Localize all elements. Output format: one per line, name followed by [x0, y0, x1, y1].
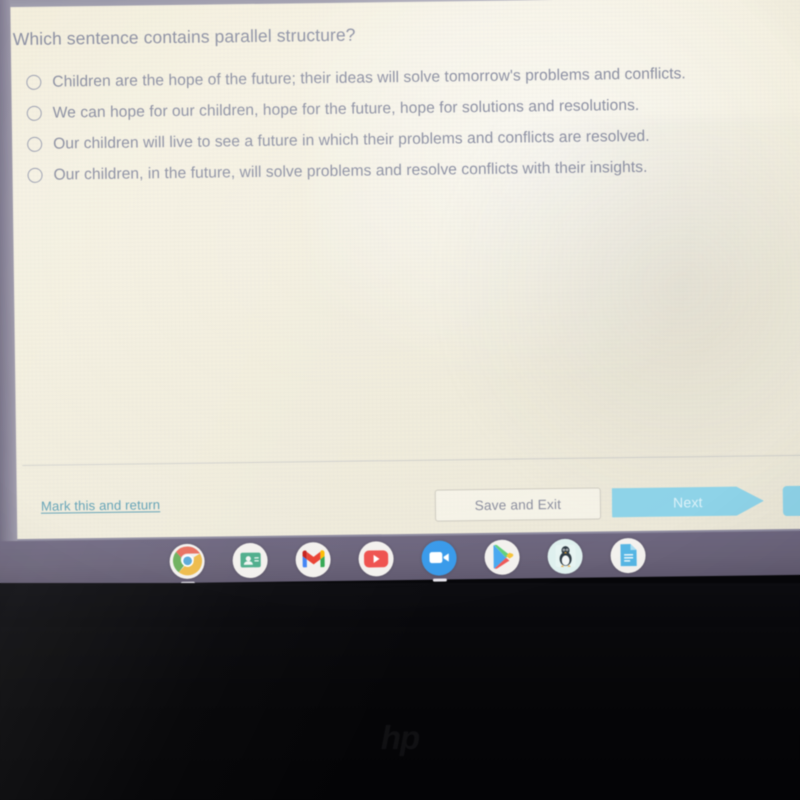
laptop-body: hp [0, 627, 800, 800]
shelf-icon-row [0, 531, 800, 586]
save-and-exit-button[interactable]: Save and Exit [434, 487, 602, 522]
shelf-item-google-docs[interactable] [610, 537, 646, 573]
chrome-icon [169, 543, 205, 579]
shelf-item-play-store[interactable] [484, 539, 520, 575]
offscreen-button-edge[interactable] [782, 485, 800, 517]
youtube-icon-glyph [364, 549, 389, 567]
radio-button-c[interactable] [27, 136, 43, 152]
radio-button-b[interactable] [26, 105, 42, 121]
answer-option-a-label: Children are the hope of the future; the… [52, 64, 686, 91]
gmail-icon-glyph [302, 550, 325, 568]
answer-option-d-label: Our children, in the future, will solve … [53, 158, 648, 184]
play-store-icon-glyph [492, 544, 513, 569]
next-button[interactable]: Next [612, 484, 764, 519]
contacts-icon [232, 542, 268, 578]
answer-options-list: Children are the hope of the future; the… [21, 57, 800, 191]
shelf-item-youtube[interactable] [358, 540, 394, 577]
youtube-icon [358, 540, 394, 577]
google-docs-icon [610, 537, 646, 573]
shelf-item-contacts[interactable] [232, 542, 268, 578]
shelf-item-zoom[interactable] [421, 539, 457, 582]
screenshot-stage: Which sentence contains parallel structu… [0, 0, 800, 800]
gmail-icon [295, 541, 331, 577]
radio-button-d[interactable] [27, 167, 43, 183]
zoom-icon [421, 539, 457, 576]
radio-button-a[interactable] [26, 74, 42, 90]
linux-penguin-icon [547, 538, 583, 574]
shelf-item-terminal[interactable] [547, 538, 583, 574]
mark-this-and-return-link[interactable]: Mark this and return [41, 497, 160, 514]
shelf-item-gmail[interactable] [295, 541, 331, 577]
question-title: Which sentence contains parallel structu… [12, 24, 356, 50]
hp-brand-logo: hp [380, 719, 420, 756]
play-store-icon [484, 539, 520, 575]
footer-divider [22, 454, 800, 467]
contacts-icon-glyph [239, 552, 261, 568]
laptop-screen: Which sentence contains parallel structu… [0, 0, 800, 586]
linux-penguin-icon-glyph [554, 544, 576, 568]
chromeos-shelf [0, 530, 800, 586]
zoom-icon-glyph [428, 552, 449, 564]
answer-option-c-label: Our children will live to see a future i… [53, 127, 650, 153]
quiz-page-surface: Which sentence contains parallel structu… [8, 0, 800, 542]
answer-option-b-label: We can hope for our children, hope for t… [52, 96, 640, 122]
shelf-item-chrome[interactable] [169, 543, 205, 585]
chrome-icon-glyph [172, 546, 202, 576]
google-docs-icon-glyph [619, 544, 637, 567]
zoom-active-indicator [432, 578, 447, 582]
